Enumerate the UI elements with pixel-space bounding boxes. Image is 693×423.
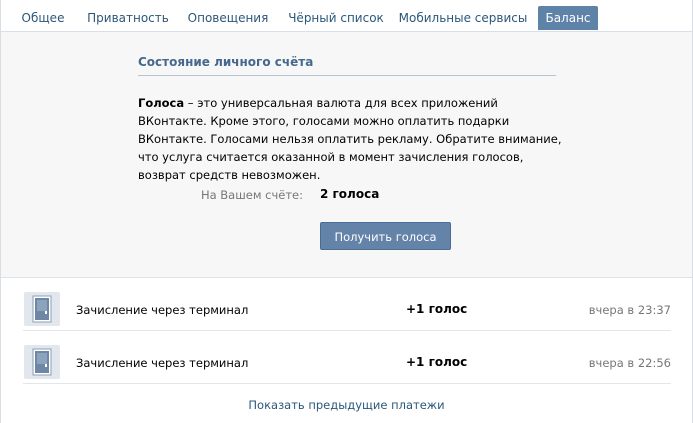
title-divider [138, 75, 556, 76]
account-label: На Вашем счёте: [200, 188, 303, 202]
show-previous-payments-link[interactable]: Показать предыдущие платежи [1, 398, 692, 412]
tab-notifications[interactable]: Оповещения [183, 6, 273, 30]
terminal-door-icon [24, 345, 60, 379]
payment-row: Зачисление через терминал +1 голос вчера… [23, 331, 671, 384]
description-text: – это универсальная валюта для всех прил… [138, 96, 562, 182]
votes-term: Голоса [138, 96, 185, 110]
settings-tabs: Общее Приватность Оповещения Чёрный спис… [1, 0, 692, 32]
payment-description: Зачисление через терминал [76, 303, 249, 317]
section-title: Состояние личного счёта [138, 55, 314, 69]
balance-description: Голоса – это универсальная валюта для вс… [138, 94, 568, 184]
payment-amount: +1 голос [406, 355, 468, 369]
balance-panel: Состояние личного счёта Голоса – это уни… [1, 32, 692, 278]
tab-mobile-services[interactable]: Мобильные сервисы [398, 6, 528, 30]
settings-page: Общее Приватность Оповещения Чёрный спис… [0, 0, 693, 423]
terminal-door-icon [24, 292, 60, 326]
payment-amount: +1 голос [406, 302, 468, 316]
payment-time: вчера в 22:56 [588, 356, 671, 370]
tab-privacy[interactable]: Приватность [83, 6, 173, 30]
tab-general[interactable]: Общее [13, 6, 73, 30]
payment-time: вчера в 23:37 [588, 303, 671, 317]
get-votes-button[interactable]: Получить голоса [320, 222, 451, 250]
tab-balance[interactable]: Баланс [538, 6, 598, 30]
payment-description: Зачисление через терминал [76, 356, 249, 370]
tab-blacklist[interactable]: Чёрный список [284, 6, 388, 30]
account-value: 2 голоса [320, 187, 380, 201]
payment-row: Зачисление через терминал +1 голос вчера… [23, 278, 671, 331]
